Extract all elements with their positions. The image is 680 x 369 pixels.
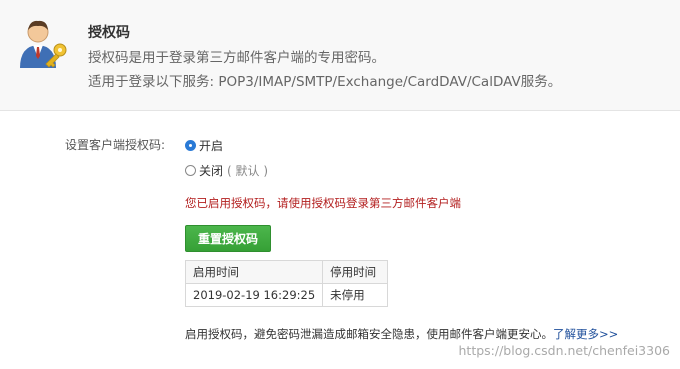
table-header-row: 启用时间 停用时间: [184, 260, 389, 284]
reset-auth-code-button[interactable]: 重置授权码: [185, 225, 271, 252]
radio-off-button[interactable]: [185, 165, 196, 176]
learn-more-link[interactable]: 了解更多>>: [553, 327, 618, 341]
default-tag: ( 默认 ): [227, 164, 269, 178]
page-title: 授权码: [88, 25, 130, 41]
footer-text: 启用授权码，避免密码泄漏造成邮箱安全隐患，使用邮件客户端更安心。: [185, 327, 553, 341]
header-panel: 授权码 授权码是用于登录第三方邮件客户端的专用密码。 适用于登录以下服务: PO…: [0, 0, 680, 111]
radio-off-label: 关闭: [199, 164, 224, 178]
radio-on-button[interactable]: [185, 140, 196, 151]
radio-on-label: 开启: [199, 139, 224, 153]
table-cell-disabled-time: 未停用: [322, 283, 389, 307]
user-key-icon: [20, 20, 67, 68]
radio-option-on[interactable]: 开启: [185, 137, 223, 154]
enabled-notice: 您已启用授权码，请使用授权码登录第三方邮件客户端: [185, 196, 461, 210]
table-cell-enabled-time: 2019-02-19 16:29:25: [184, 283, 324, 307]
description-line-1: 授权码是用于登录第三方邮件客户端的专用密码。: [88, 50, 385, 66]
description-line-2: 适用于登录以下服务: POP3/IMAP/SMTP/Exchange/CardD…: [88, 74, 562, 90]
table-header-disabled: 停用时间: [322, 260, 389, 284]
footer-note: 启用授权码，避免密码泄漏造成邮箱安全隐患，使用邮件客户端更安心。了解更多>>: [185, 326, 618, 342]
table-row: 2019-02-19 16:29:25 未停用: [184, 283, 389, 307]
table-header-enabled: 启用时间: [184, 260, 324, 284]
auth-history-table: 启用时间 停用时间 2019-02-19 16:29:25 未停用: [184, 260, 389, 307]
radio-option-off[interactable]: 关闭 ( 默认 ): [185, 162, 268, 179]
settings-label: 设置客户端授权码:: [65, 138, 166, 152]
watermark: https://blog.csdn.net/chenfei3306: [458, 343, 671, 358]
